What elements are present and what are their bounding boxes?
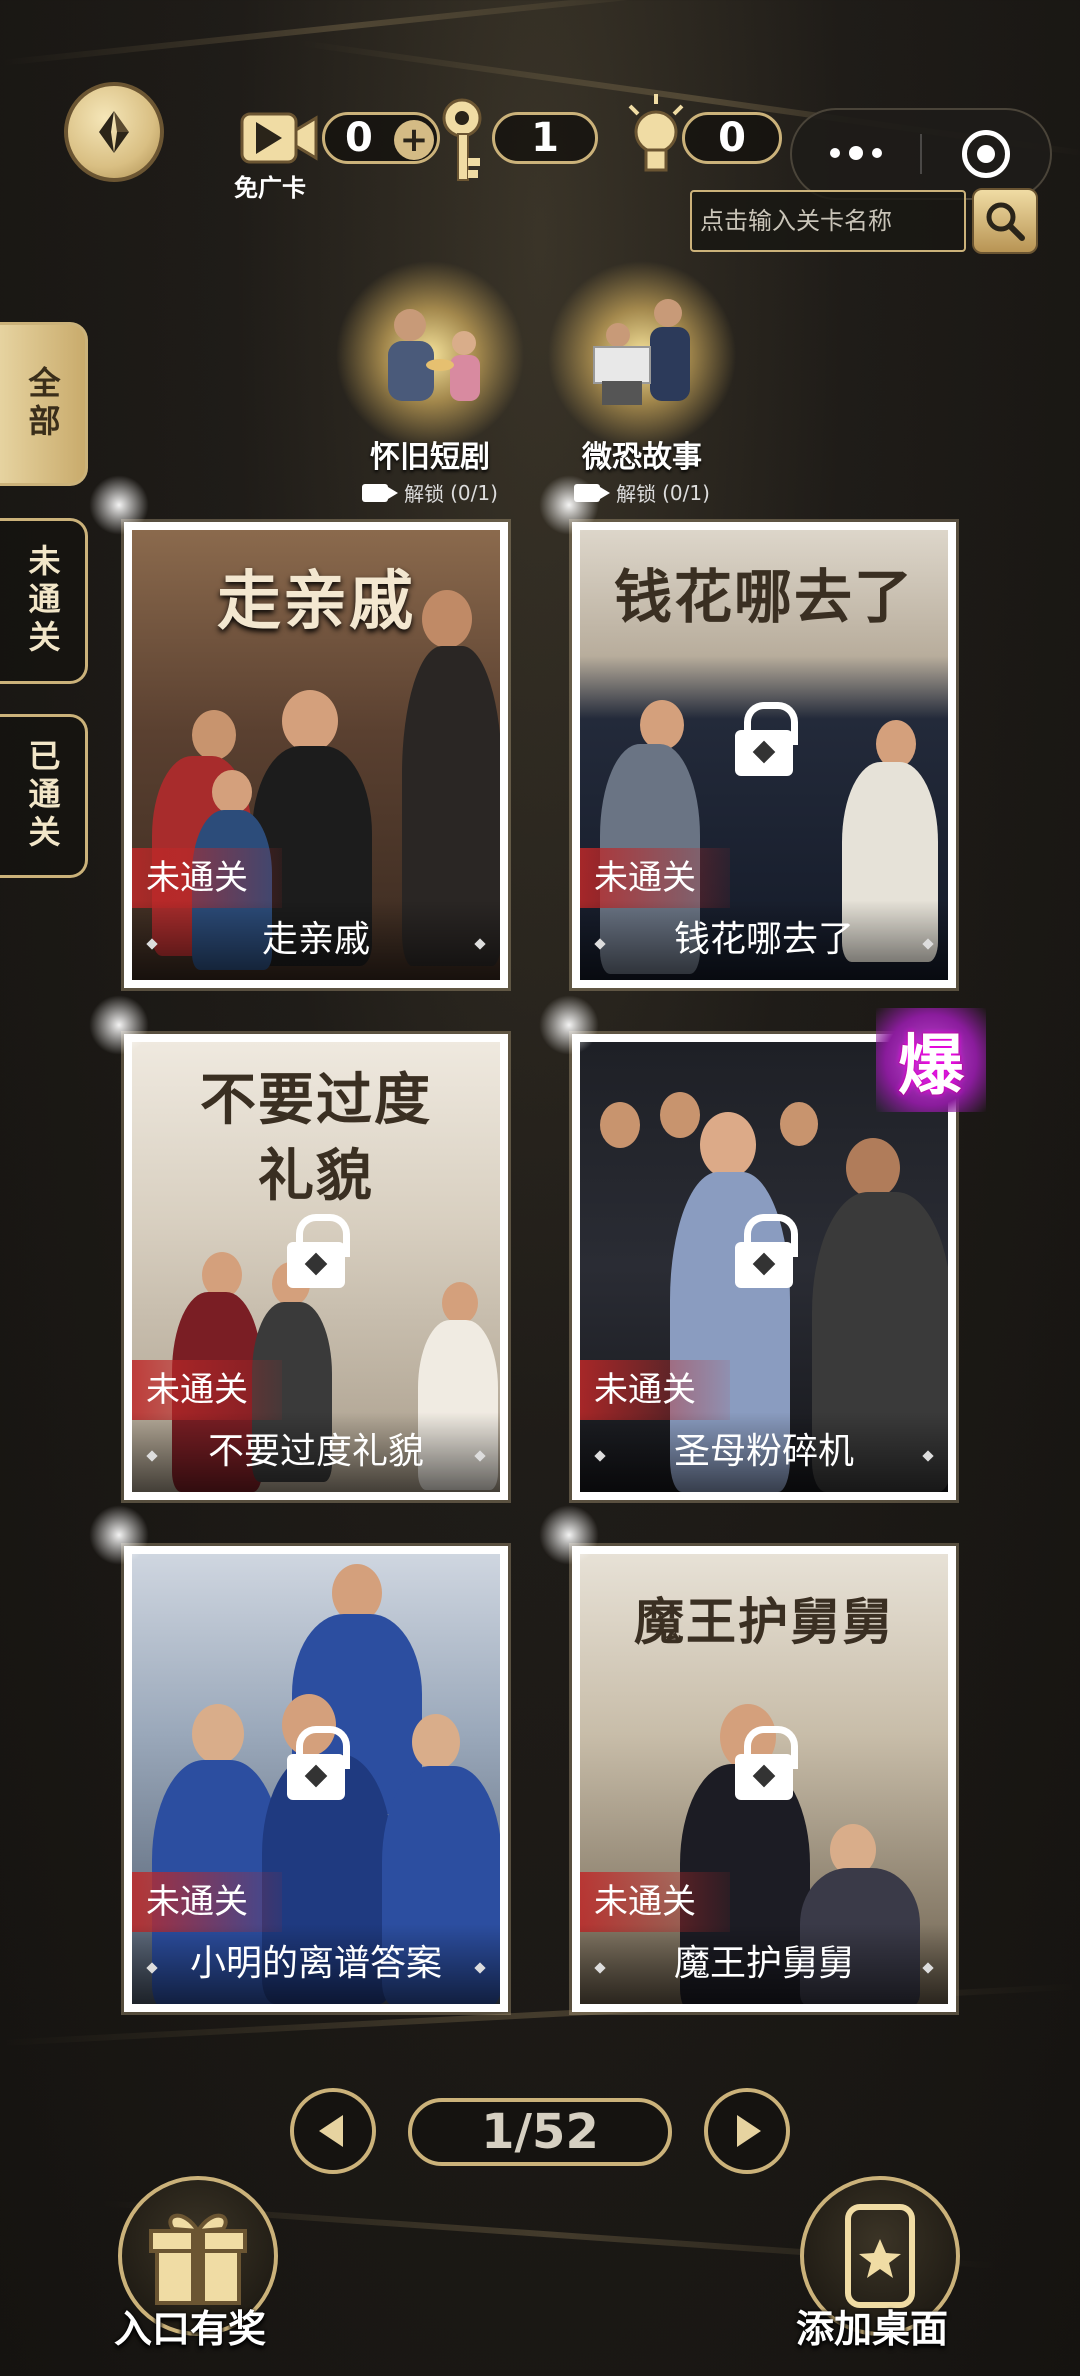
sparkle-icon	[534, 990, 604, 1060]
category-title: 怀旧短剧	[370, 440, 490, 475]
video-icon	[362, 483, 399, 502]
page-indicator: 1/52	[408, 2098, 672, 2166]
level-card[interactable]: 不要过度礼貌 未通关 不要过度礼貌	[124, 1034, 508, 1500]
unlock-progress: (0/1)	[662, 480, 710, 505]
more-menu-button[interactable]	[792, 110, 920, 198]
hint-bulb-icon	[624, 92, 688, 182]
lock-icon	[287, 1726, 350, 1800]
level-search-input[interactable]: 点击输入关卡名称	[690, 190, 966, 252]
sparkle-icon	[534, 470, 604, 540]
prev-page-button[interactable]	[290, 2088, 376, 2174]
poster-title: 钱花哪去了	[613, 563, 914, 631]
level-name: 小明的离谱答案	[132, 1924, 500, 2004]
level-name: 魔王护舅舅	[580, 1924, 948, 2004]
sparkle-icon	[84, 990, 154, 1060]
free-ad-label: 免广卡	[234, 174, 306, 202]
hint-counter: 0	[682, 112, 782, 164]
family-illustration-icon	[388, 309, 480, 401]
add-to-desktop-label: 添加桌面	[796, 2306, 949, 2351]
status-tag: 未通关	[580, 1360, 730, 1420]
level-card[interactable]: 未通关 小明的离谱答案	[124, 1546, 508, 2012]
tab-not-cleared[interactable]: 未通关	[0, 518, 88, 684]
unlock-label: 解锁	[404, 482, 445, 506]
triangle-right-icon	[737, 2115, 761, 2147]
tab-cleared-label: 已通关	[23, 739, 62, 853]
tab-not-cleared-label: 未通关	[23, 544, 62, 658]
search-placeholder: 点击输入关卡名称	[700, 207, 892, 235]
sparkle-icon	[534, 1500, 604, 1570]
key-icon	[436, 96, 496, 186]
level-name: 走亲戚	[132, 900, 500, 980]
tab-cleared[interactable]: 已通关	[0, 714, 88, 878]
hot-badge: 爆	[876, 1008, 986, 1112]
tab-all-label: 全部	[23, 366, 62, 442]
category-nostalgic-drama[interactable]: 怀旧短剧 解锁 (0/1)	[330, 260, 530, 507]
level-name: 钱花哪去了	[580, 900, 948, 980]
search-button[interactable]	[972, 188, 1038, 254]
free-ad-count: 0	[345, 115, 373, 161]
key-counter: 1	[492, 112, 598, 164]
level-card[interactable]: 魔王护舅舅 未通关 魔王护舅舅	[572, 1546, 956, 2012]
gift-box-icon	[149, 2213, 247, 2305]
status-tag: 未通关	[580, 848, 730, 908]
level-card[interactable]: 钱花哪去了 未通关 钱花哪去了	[572, 522, 956, 988]
status-tag: 未通关	[580, 1872, 730, 1932]
next-page-button[interactable]	[704, 2088, 790, 2174]
lock-icon	[735, 1214, 798, 1288]
lock-icon	[735, 702, 798, 776]
back-logo-icon	[99, 111, 129, 153]
lock-icon	[287, 1214, 350, 1288]
status-tag: 未通关	[132, 848, 282, 908]
unlock-progress: (0/1)	[450, 480, 498, 505]
hint-count: 0	[718, 115, 746, 161]
sparkle-icon	[84, 1500, 154, 1570]
add-free-ad-button[interactable]: +	[394, 120, 434, 160]
status-tag: 未通关	[132, 1872, 282, 1932]
miniprogram-capsule	[790, 108, 1052, 200]
more-dots-icon	[830, 146, 882, 160]
poster-title: 不要过度礼貌	[200, 1067, 432, 1209]
level-name: 圣母粉碎机	[580, 1412, 948, 1492]
close-miniprogram-button[interactable]	[922, 110, 1050, 198]
category-unlock-info: 解锁 (0/1)	[330, 478, 530, 507]
people-illustration-icon	[593, 299, 690, 405]
unlock-label: 解锁	[616, 482, 657, 506]
tab-all[interactable]: 全部	[0, 322, 88, 486]
back-button[interactable]	[64, 82, 164, 182]
key-count: 1	[531, 115, 559, 161]
search-icon	[986, 202, 1025, 241]
sparkle-icon	[84, 470, 154, 540]
status-tag: 未通关	[132, 1360, 282, 1420]
lock-icon	[735, 1726, 798, 1800]
level-name: 不要过度礼貌	[132, 1412, 500, 1492]
video-camera-icon	[240, 108, 320, 168]
level-card[interactable]: 走亲戚 未通关 走亲戚	[124, 522, 508, 988]
triangle-left-icon	[319, 2115, 343, 2147]
target-circle-icon	[961, 130, 1010, 178]
entry-reward-label: 入口有奖	[114, 2306, 267, 2351]
phone-star-icon	[845, 2204, 915, 2308]
poster-title: 魔王护舅舅	[634, 1592, 894, 1651]
